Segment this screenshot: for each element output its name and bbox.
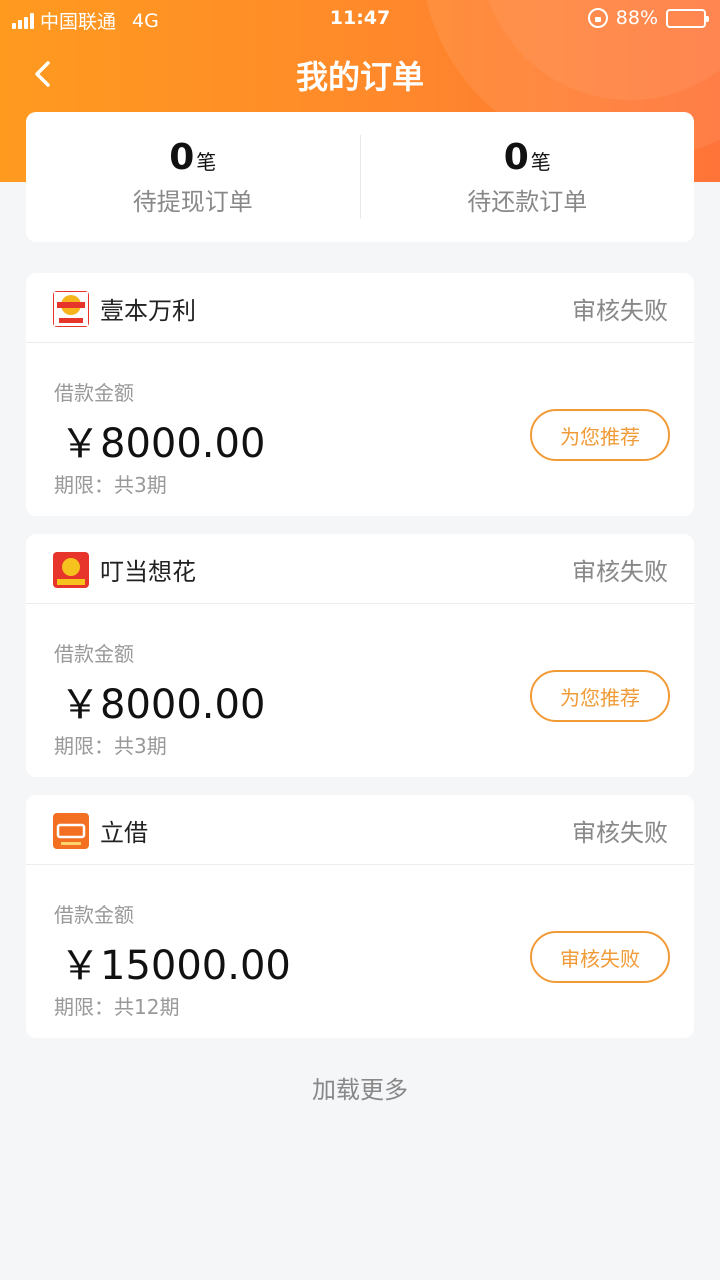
app-logo-icon (53, 291, 89, 327)
recommend-button[interactable]: 为您推荐 (530, 670, 670, 722)
status-bar: 中国联通 4G 11:47 88% (0, 0, 720, 38)
review-failed-button[interactable]: 审核失败 (530, 931, 670, 983)
order-card-body: 借款金额 ￥8000.00 期限：共3期 为您推荐 (26, 343, 694, 516)
order-card-header: 立借 审核失败 (26, 795, 694, 865)
amount-label: 借款金额 (54, 381, 134, 405)
pending-withdraw-unit: 笔 (196, 150, 217, 174)
app-logo-icon (53, 552, 89, 588)
loan-amount: ￥8000.00 (60, 682, 266, 728)
order-card[interactable]: 立借 审核失败 借款金额 ￥15000.00 期限：共12期 审核失败 (26, 795, 694, 1038)
battery-percent: 88% (615, 7, 658, 29)
amount-label: 借款金额 (54, 642, 134, 666)
loan-amount: ￥8000.00 (60, 421, 266, 467)
load-more-button[interactable]: 加载更多 (0, 1070, 720, 1105)
app-name: 壹本万利 (100, 297, 196, 325)
pending-withdraw-summary[interactable]: 0笔 待提现订单 (26, 137, 360, 217)
pending-repay-count: 0 (503, 137, 529, 178)
order-status: 审核失败 (572, 819, 668, 847)
order-card[interactable]: 壹本万利 审核失败 借款金额 ￥8000.00 期限：共3期 为您推荐 (26, 273, 694, 516)
loan-term: 期限：共3期 (54, 473, 167, 497)
order-status: 审核失败 (572, 297, 668, 325)
page-title: 我的订单 (295, 58, 424, 96)
order-card-header: 壹本万利 审核失败 (26, 273, 694, 343)
order-card-body: 借款金额 ￥8000.00 期限：共3期 为您推荐 (26, 604, 694, 777)
pending-repay-summary[interactable]: 0笔 待还款订单 (361, 137, 695, 217)
pending-withdraw-label: 待提现订单 (132, 188, 253, 216)
amount-label: 借款金额 (54, 903, 134, 927)
pending-withdraw-count: 0 (169, 137, 195, 178)
status-right: 88% (587, 7, 709, 29)
nav-bar: 我的订单 (0, 40, 720, 104)
app-logo-icon (53, 813, 89, 849)
order-card[interactable]: 叮当想花 审核失败 借款金额 ￥8000.00 期限：共3期 为您推荐 (26, 534, 694, 777)
loan-term: 期限：共12期 (54, 995, 180, 1019)
order-card-body: 借款金额 ￥15000.00 期限：共12期 审核失败 (26, 865, 694, 1038)
order-card-header: 叮当想花 审核失败 (26, 534, 694, 604)
pending-repay-unit: 笔 (530, 150, 551, 174)
loan-term: 期限：共3期 (54, 734, 167, 758)
order-summary: 0笔 待提现订单 0笔 待还款订单 (26, 112, 694, 242)
recommend-button[interactable]: 为您推荐 (530, 409, 670, 461)
loan-amount: ￥15000.00 (60, 943, 291, 989)
app-name: 立借 (100, 819, 148, 847)
pending-repay-label: 待还款订单 (467, 188, 588, 216)
order-status: 审核失败 (572, 558, 668, 586)
app-name: 叮当想花 (100, 558, 196, 586)
rotation-lock-icon (587, 8, 608, 28)
battery-icon (666, 8, 709, 28)
